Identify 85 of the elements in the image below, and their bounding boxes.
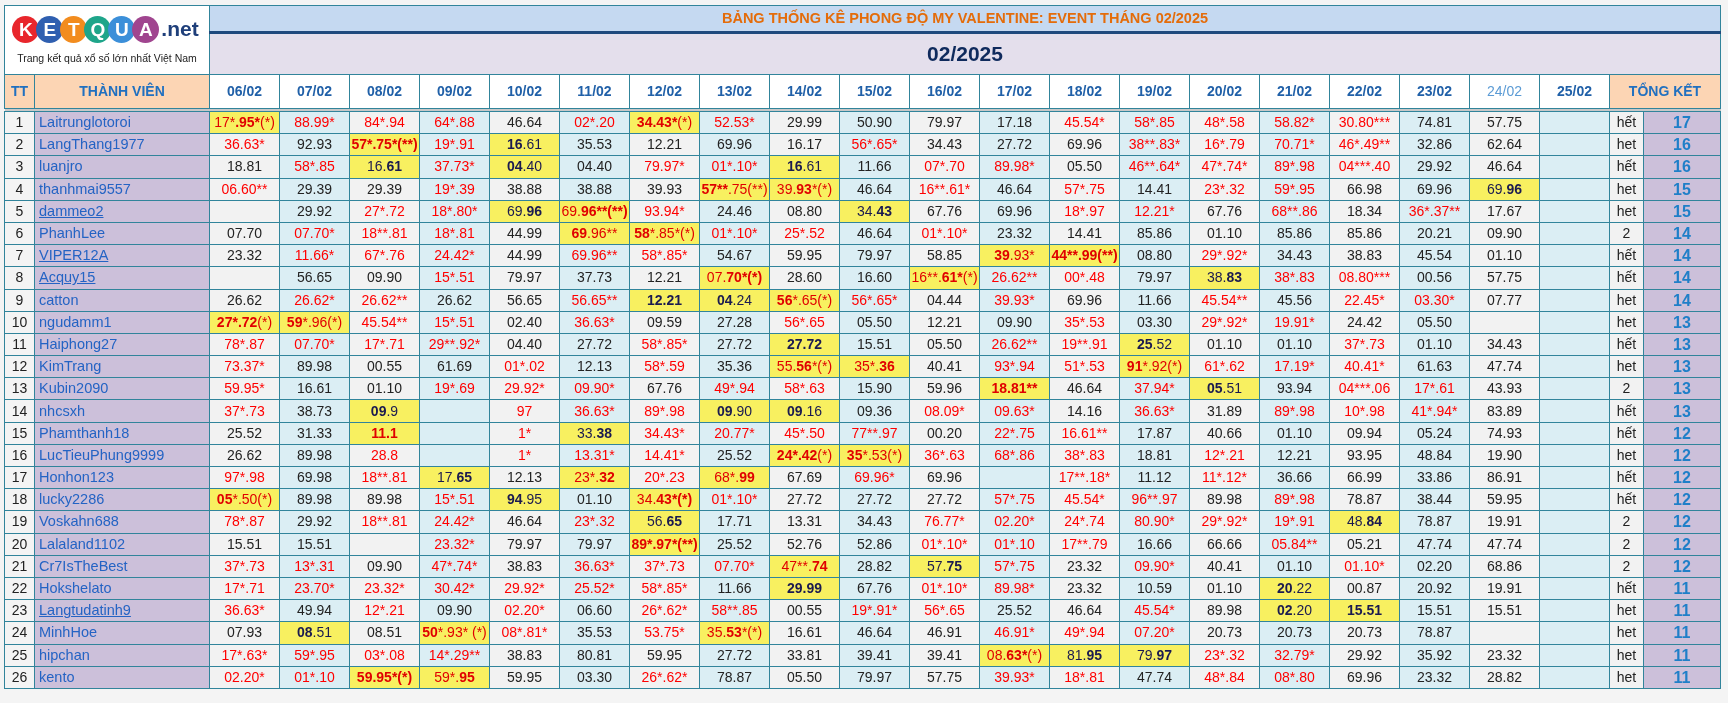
row-number: 26 xyxy=(4,666,35,689)
logo-letter: E xyxy=(36,15,64,43)
row-number: 18 xyxy=(4,488,35,511)
row-number: 11 xyxy=(4,333,35,356)
column-header: 11/02 xyxy=(559,74,630,109)
member-name: Honhon123 xyxy=(34,466,210,489)
member-name: thanhmai9557 xyxy=(34,178,210,201)
member-name: Laitrunglotoroi xyxy=(34,111,210,134)
row-number: 21 xyxy=(4,555,35,578)
row-number: 12 xyxy=(4,355,35,378)
row-number: 25 xyxy=(4,644,35,667)
row-number: 6 xyxy=(4,222,35,245)
logo-letter: Q xyxy=(84,15,112,43)
row-number: 20 xyxy=(4,533,35,556)
member-name: KimTrang xyxy=(34,355,210,378)
row-number: 8 xyxy=(4,266,35,289)
member-name: PhanhLee xyxy=(34,222,210,245)
row-number: 16 xyxy=(4,444,35,467)
member-name: kento xyxy=(34,666,210,689)
row-number: 1 xyxy=(4,111,35,134)
column-header: 22/02 xyxy=(1329,74,1400,109)
row-number: 22 xyxy=(4,577,35,600)
member-name: lucky2286 xyxy=(34,488,210,511)
member-name: ngudamm1 xyxy=(34,311,210,334)
member-name: catton xyxy=(34,289,210,312)
column-header: 17/02 xyxy=(979,74,1050,109)
member-name: hipchan xyxy=(34,644,210,667)
sheet-title: BẢNG THỐNG KÊ PHONG ĐỘ MY VALENTINE: EVENT THÁNG 02/2025 xyxy=(209,5,1721,33)
row-number: 10 xyxy=(4,311,35,334)
member-link[interactable]: Langtudatinh9 xyxy=(39,602,131,619)
column-header: 20/02 xyxy=(1189,74,1260,109)
column-header: 08/02 xyxy=(349,74,420,109)
column-header: 18/02 xyxy=(1049,74,1120,109)
row-number: 15 xyxy=(4,422,35,445)
logo-letter: K xyxy=(12,15,40,43)
member-name: Lalaland1102 xyxy=(34,533,210,556)
column-header: 10/02 xyxy=(489,74,560,109)
period-title: 02/2025 xyxy=(209,32,1721,75)
column-header: THÀNH VIÊN xyxy=(34,74,210,109)
row-number: 2 xyxy=(4,133,35,156)
column-header: 13/02 xyxy=(699,74,770,109)
row-number: 23 xyxy=(4,599,35,622)
row-number: 3 xyxy=(4,155,35,179)
column-header: 19/02 xyxy=(1119,74,1190,109)
member-name: MinhHoe xyxy=(34,621,210,644)
member-name: Haiphong27 xyxy=(34,333,210,356)
member-name: Phamthanh18 xyxy=(34,422,210,445)
row-number: 7 xyxy=(4,244,35,267)
column-header: 07/02 xyxy=(279,74,350,109)
logo-letter: A xyxy=(132,15,160,43)
logo-tagline: Trang kết quả xổ số lớn nhất Việt Nam xyxy=(17,50,197,66)
member-name: LucTieuPhung9999 xyxy=(34,444,210,467)
column-header: 09/02 xyxy=(419,74,490,109)
member-name: Voskahn688 xyxy=(34,510,210,534)
row-number: 14 xyxy=(4,399,35,423)
column-header: TỔNG KẾT xyxy=(1609,74,1721,109)
member-name: Hokshelato xyxy=(34,577,210,600)
member-link[interactable]: Acquy15 xyxy=(39,269,96,286)
row-number: 4 xyxy=(4,178,35,201)
member-name: Kubin2090 xyxy=(34,377,210,400)
logo-letter: U xyxy=(108,15,136,43)
column-header: 21/02 xyxy=(1259,74,1330,109)
member-name: Cr7IsTheBest xyxy=(34,555,210,578)
column-header: TT xyxy=(4,74,35,109)
row-number: 24 xyxy=(4,621,35,644)
logo-text: .net xyxy=(161,16,199,43)
column-header: 06/02 xyxy=(209,74,280,109)
member-link[interactable]: VIPER12A xyxy=(39,247,109,264)
column-header: 12/02 xyxy=(629,74,700,109)
column-header: 16/02 xyxy=(909,74,980,109)
column-header: 15/02 xyxy=(839,74,910,109)
member-name: nhcsxh xyxy=(34,399,210,423)
row-number: 19 xyxy=(4,510,35,534)
member-link[interactable]: dammeo2 xyxy=(39,202,104,219)
row-number: 5 xyxy=(4,200,35,223)
row-number: 9 xyxy=(4,289,35,312)
column-header: 24/02 xyxy=(1469,74,1540,109)
member-name: luanjro xyxy=(34,155,210,179)
row-number: 17 xyxy=(4,466,35,489)
logo-letter: T xyxy=(60,15,88,43)
column-header: 23/02 xyxy=(1399,74,1470,109)
row-number: 13 xyxy=(4,377,35,400)
column-header: 25/02 xyxy=(1539,74,1610,109)
member-name: LangThang1977 xyxy=(34,133,210,156)
column-header: 14/02 xyxy=(769,74,840,109)
